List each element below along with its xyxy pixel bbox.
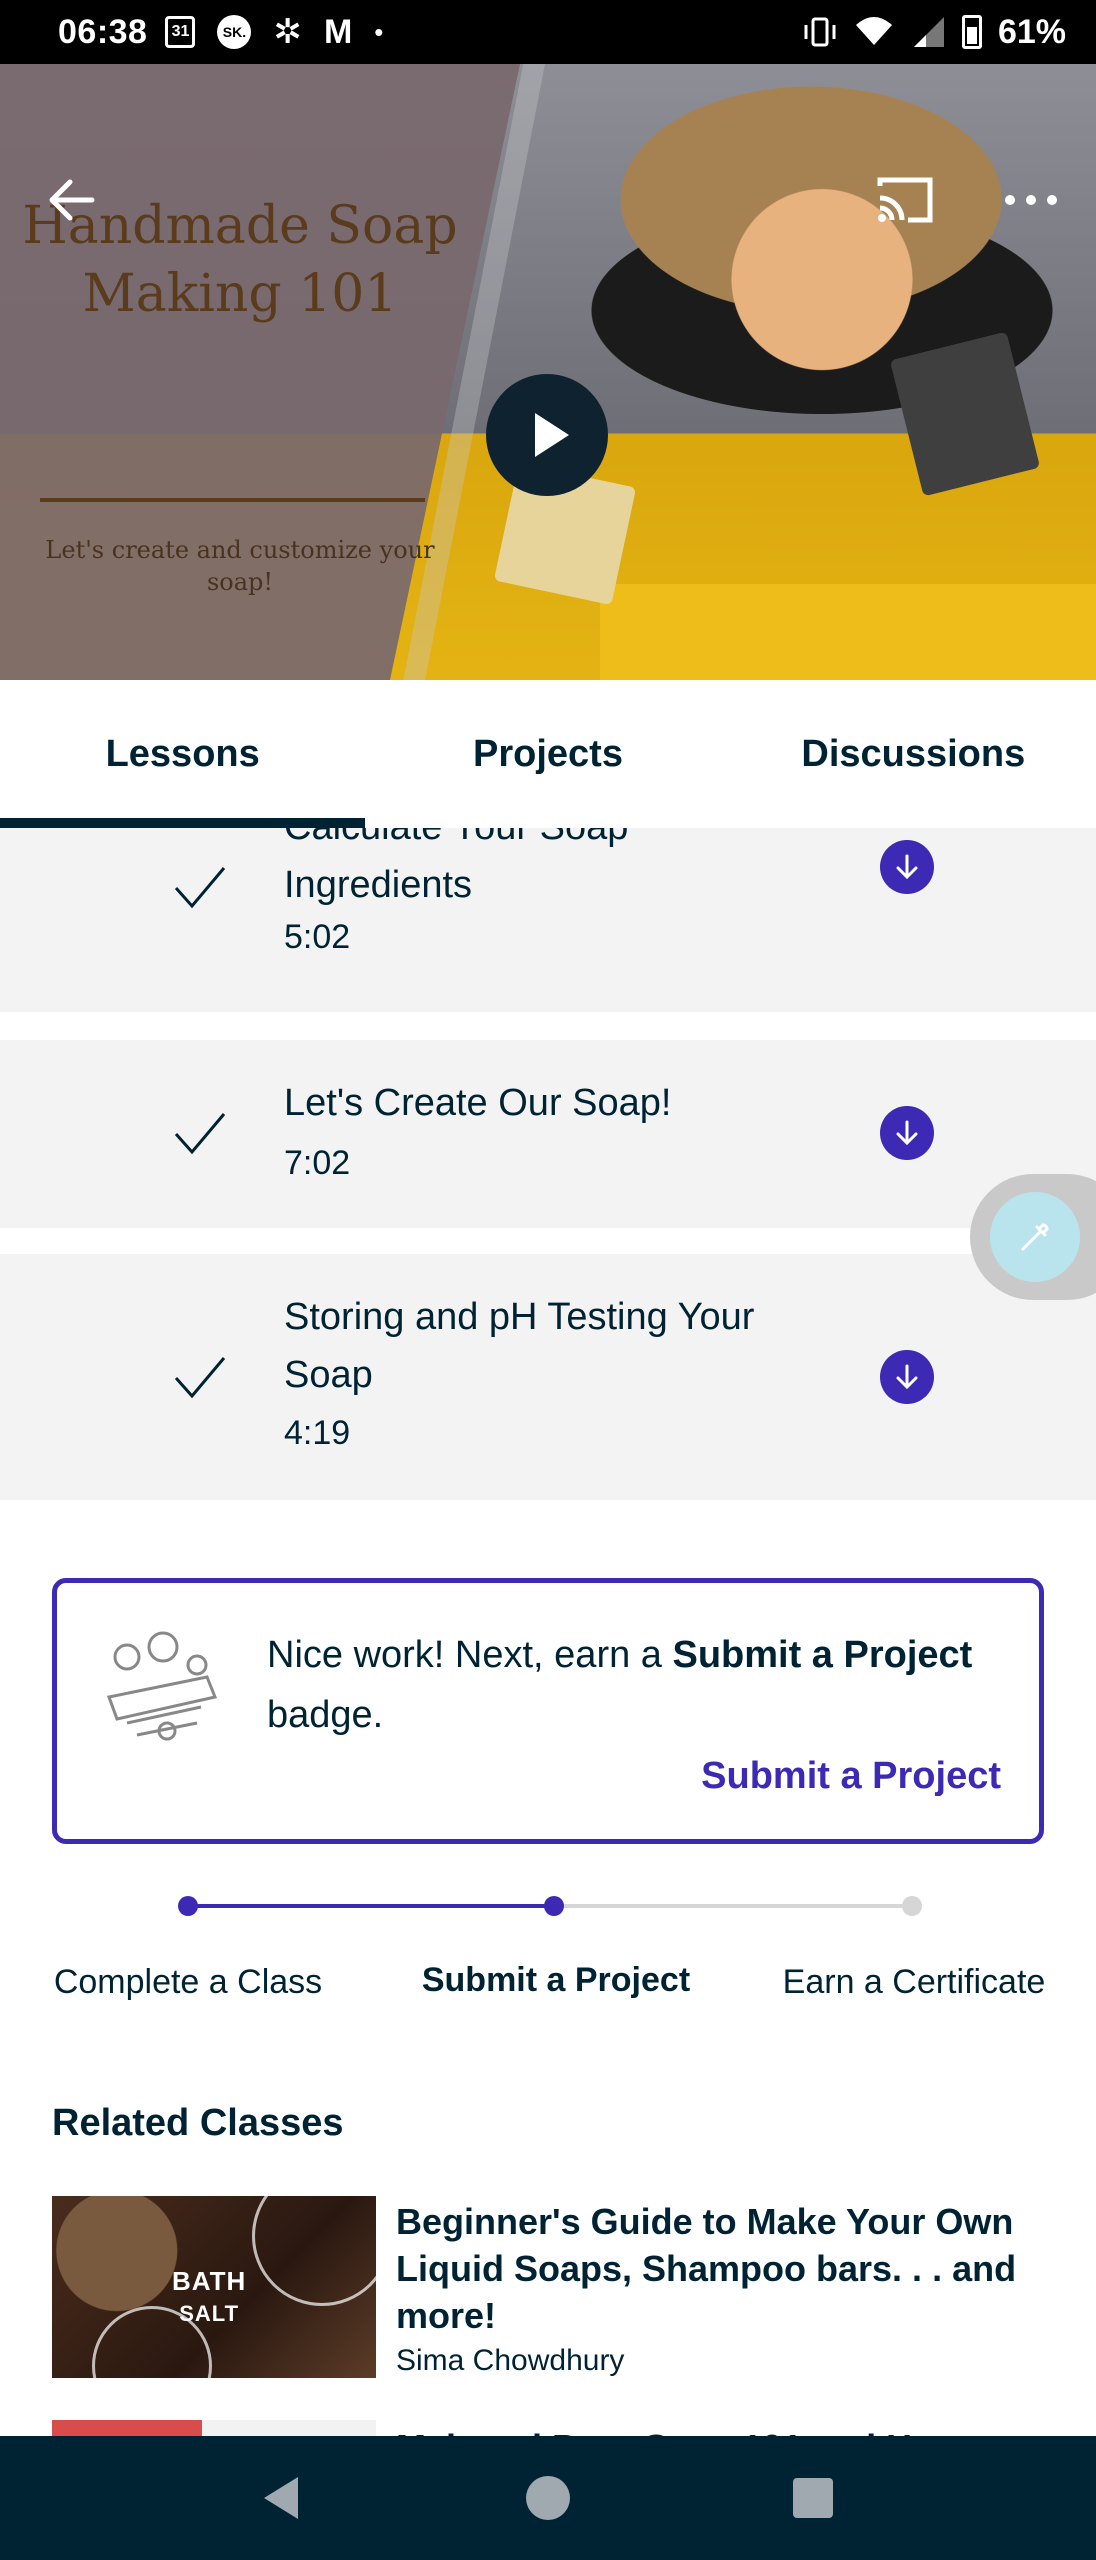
nav-home-button[interactable] [518,2468,578,2528]
lesson-duration: 5:02 [284,918,351,956]
download-icon [896,1120,918,1146]
dot-icon: • [374,16,384,47]
download-icon [896,854,918,880]
related-class-author: Sima Chowdhury [396,2344,625,2377]
calendar-icon: 31 [165,16,196,48]
progress-line-complete [188,1904,556,1908]
badge-message: Nice work! Next, earn a Submit a Project… [267,1625,987,1745]
fab-circle [990,1192,1080,1282]
cast-icon [877,177,933,223]
nav-recents-icon [793,2478,834,2518]
lesson-duration: 7:02 [284,1144,351,1182]
status-time: 06:38 [58,12,148,51]
download-button[interactable] [880,1106,934,1160]
signal-icon [913,17,944,47]
nav-recents-button[interactable] [783,2468,843,2528]
lesson-item[interactable]: Calculate Your Soap Ingredients 5:02 [0,828,1096,1012]
status-bar: 06:38 31 SK. ✲ M • 61% [0,0,1096,64]
class-hero-video[interactable]: Handmade Soap Making 101 Let's create an… [0,64,1096,680]
system-nav-bar [0,2436,1096,2560]
download-icon [896,1364,918,1390]
progress-dot-2 [544,1896,564,1916]
check-icon [174,1357,226,1399]
download-button[interactable] [880,840,934,894]
battery-icon [961,15,982,49]
lesson-duration: 4:19 [284,1414,351,1452]
next-badge-card: Nice work! Next, earn a Submit a Project… [52,1578,1044,1844]
thumbnail-text: BATH SALT [172,2266,246,2328]
related-class-title: Beginner's Guide to Make Your Own Liquid… [396,2201,1017,2336]
lesson-title: Storing and pH Testing Your Soap [284,1296,755,1396]
lesson-title: Let's Create Our Soap! [284,1082,672,1124]
floating-eyedropper-button[interactable] [970,1174,1096,1300]
more-icon [1005,195,1057,205]
check-icon [174,867,226,909]
submit-project-link[interactable]: Submit a Project [701,1755,1001,1798]
tab-projects[interactable]: Projects [365,680,730,828]
thumbnail-text-line: SALT [179,2301,240,2326]
soap-badge-icon [106,1631,218,1741]
related-class-thumbnail: BATH SALT [52,2196,376,2378]
hero-image-detail [600,584,1096,680]
related-class-card[interactable]: Melt and Pour Soap 101 and How to [52,2420,1052,2436]
lesson-item[interactable]: Storing and pH Testing Your Soap 4:19 [0,1254,1096,1500]
nav-back-button[interactable] [253,2468,313,2528]
nav-back-icon [263,2477,298,2519]
badge-name: Submit a Project [672,1634,973,1676]
sk-app-icon: SK. [217,15,252,49]
badge-message-prefix: Nice work! Next, earn a [267,1634,673,1676]
gmail-icon: M [323,12,353,51]
vibrate-icon [804,17,836,47]
play-icon [535,413,569,457]
progress-dot-1 [178,1896,198,1916]
class-subtitle: Let's create and customize your soap! [45,536,435,596]
tab-bar: Lessons Projects Discussions [0,680,1096,828]
lesson-title: Calculate Your Soap Ingredients [284,828,628,906]
lesson-item[interactable]: Let's Create Our Soap! 7:02 [0,1040,1096,1228]
download-button[interactable] [880,1350,934,1404]
back-button[interactable] [44,172,104,228]
step-label-submit-project: Submit a Project [421,1961,691,1999]
progress-line-remaining [556,1904,912,1908]
related-class-card[interactable]: BATH SALT Beginner's Guide to Make Your O… [52,2196,1052,2386]
more-options-button[interactable] [998,172,1064,228]
related-classes-heading: Related Classes [52,2102,344,2144]
lesson-list: Calculate Your Soap Ingredients 5:02 Let… [0,828,1096,1500]
wifi-icon [855,17,892,45]
battery-percent: 61% [997,12,1066,51]
related-class-title: Melt and Pour Soap 101 and How to [396,2424,1052,2436]
badge-message-suffix: badge. [267,1694,384,1736]
step-label-earn-certificate: Earn a Certificate [782,1963,1046,2001]
settings-icon: ✲ [273,13,302,51]
eyedropper-icon [1021,1223,1049,1251]
thumbnail-text-line: BATH [172,2266,247,2296]
nav-home-icon [525,2476,570,2520]
tab-lessons[interactable]: Lessons [0,680,366,828]
related-class-thumbnail [52,2420,376,2436]
thumbnail-swirl [252,2196,376,2306]
badge-progress: Complete a Class Submit a Project Earn a… [0,1880,1096,2080]
back-arrow-icon [49,179,95,221]
progress-dot-3 [902,1896,922,1916]
play-button[interactable] [486,374,608,496]
check-icon [174,1113,226,1155]
step-label-complete-class: Complete a Class [53,1963,323,2001]
tab-discussions[interactable]: Discussions [731,680,1096,828]
hero-divider [40,498,425,502]
cast-button[interactable] [874,172,936,228]
